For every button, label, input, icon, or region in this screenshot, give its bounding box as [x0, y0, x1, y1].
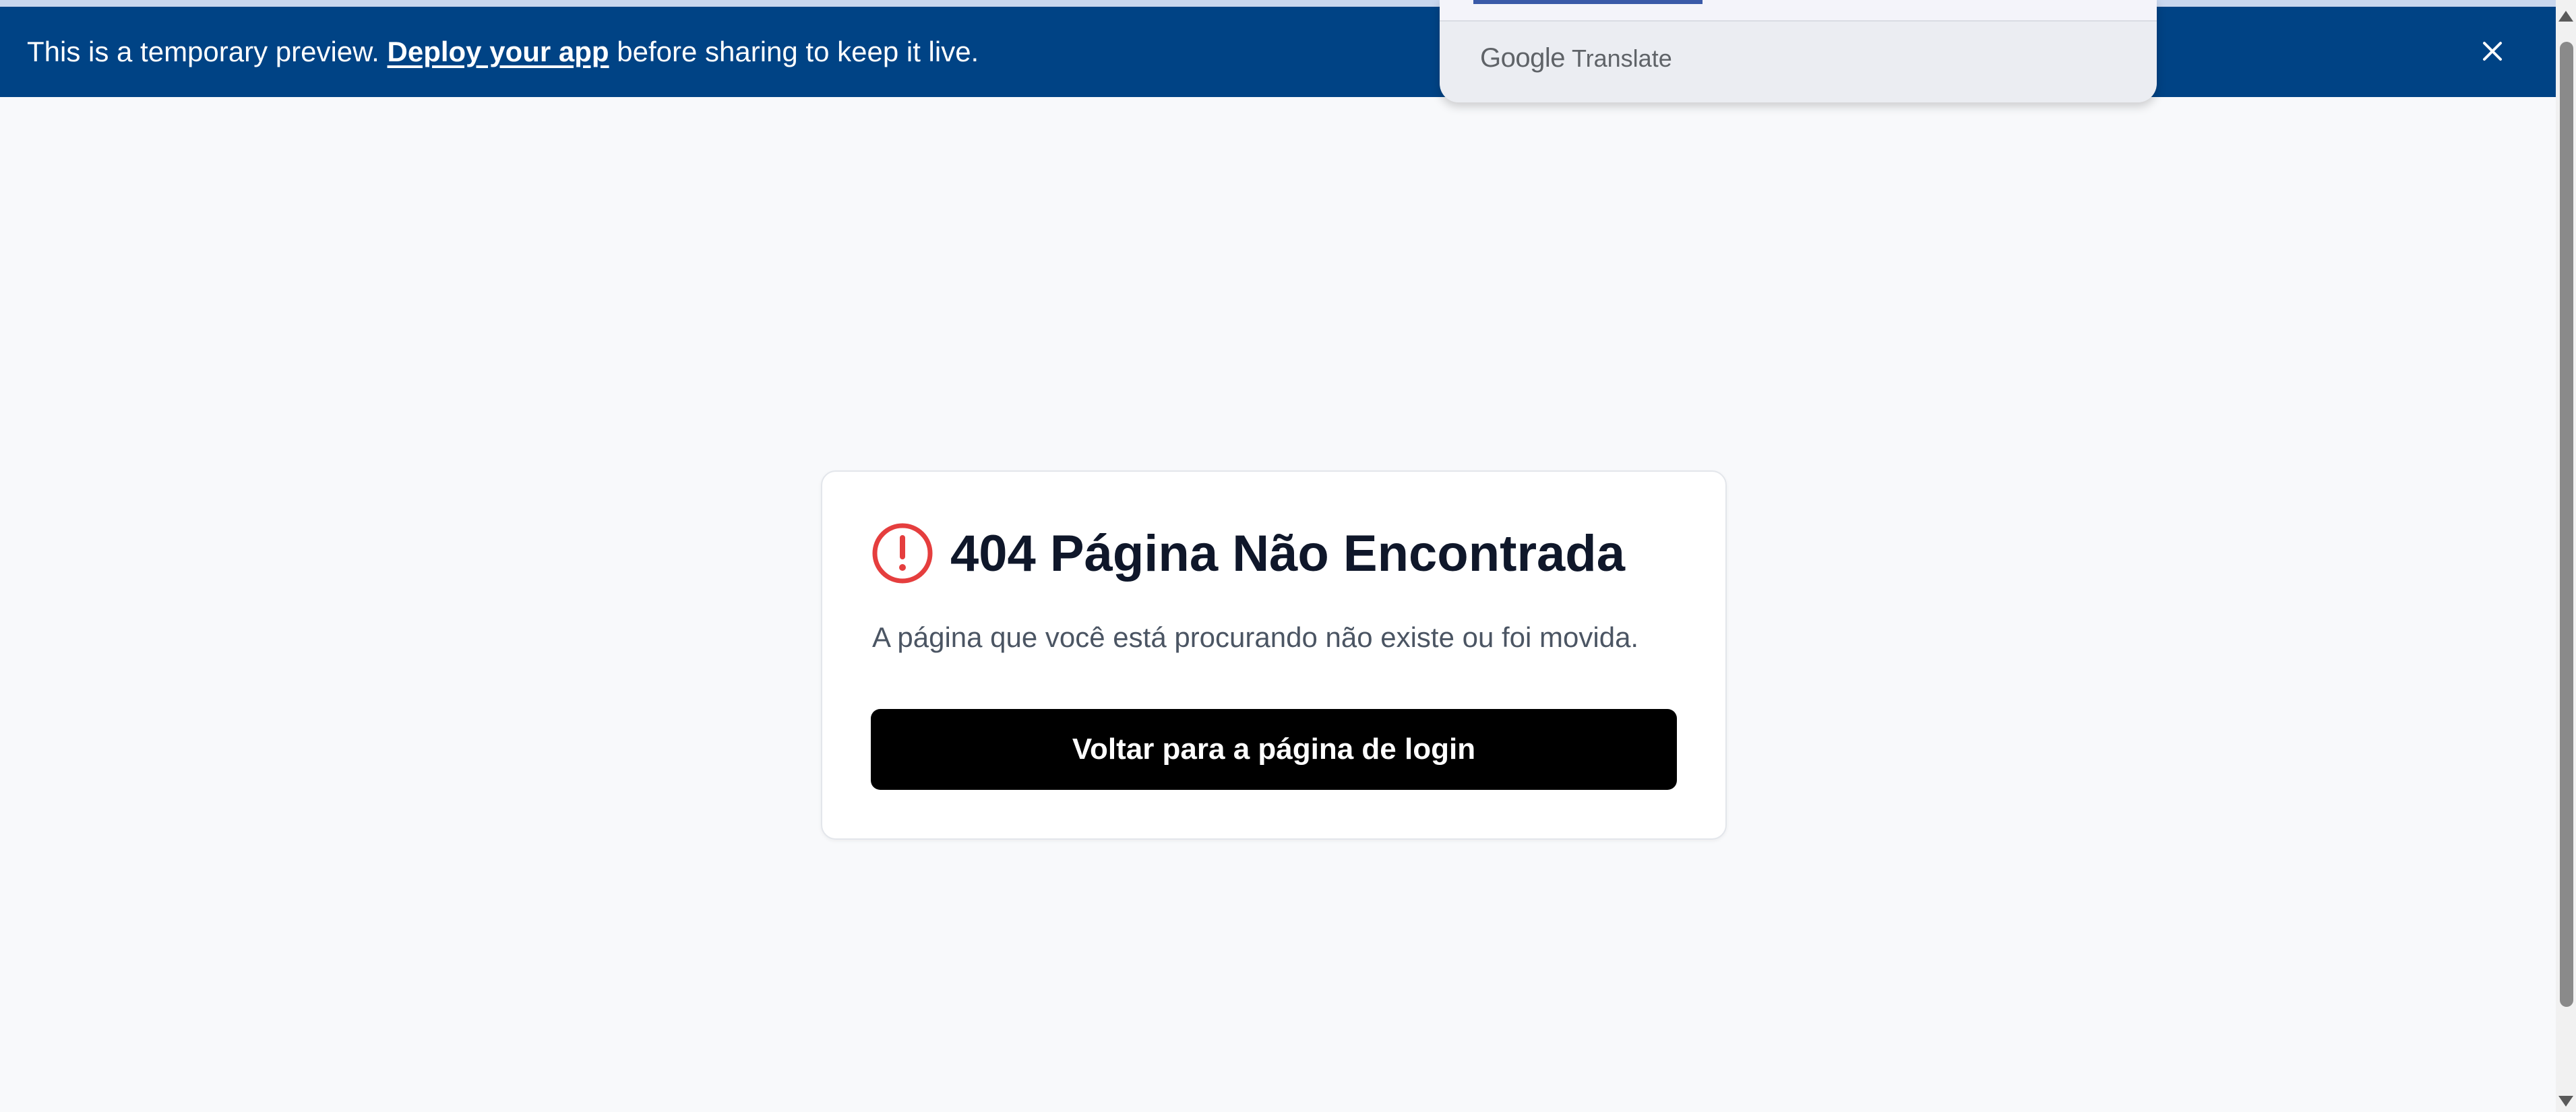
- close-icon[interactable]: [2478, 36, 2507, 66]
- back-to-login-button[interactable]: Voltar para a página de login: [871, 709, 1677, 790]
- google-logo: Google: [1480, 43, 1565, 73]
- deploy-app-link[interactable]: Deploy your app: [388, 36, 609, 68]
- page-title: 404 Página Não Encontrada: [950, 524, 1625, 582]
- vertical-scrollbar[interactable]: [2556, 0, 2576, 1112]
- scrollbar-thumb[interactable]: [2560, 42, 2573, 1007]
- scroll-up-arrow-icon[interactable]: [2558, 11, 2573, 22]
- banner-text-before: This is a temporary preview.: [27, 36, 388, 67]
- banner-text-after: before sharing to keep it live.: [609, 36, 979, 67]
- translate-active-tab-indicator: [1473, 0, 1703, 4]
- google-translate-brand[interactable]: Google Translate: [1480, 43, 1672, 73]
- error-description: A página que você está procurando não ex…: [872, 621, 1639, 653]
- error-card: 404 Página Não Encontrada A página que v…: [821, 470, 1727, 840]
- translate-label: Translate: [1571, 44, 1672, 72]
- scroll-down-arrow-icon[interactable]: [2558, 1096, 2573, 1107]
- alert-circle-icon: [871, 522, 934, 585]
- error-card-header: 404 Página Não Encontrada: [871, 522, 1625, 585]
- top-accent-line: [0, 0, 2556, 7]
- preview-banner: This is a temporary preview. Deploy your…: [0, 7, 2556, 97]
- google-translate-popup: Google Translate: [1440, 0, 2157, 102]
